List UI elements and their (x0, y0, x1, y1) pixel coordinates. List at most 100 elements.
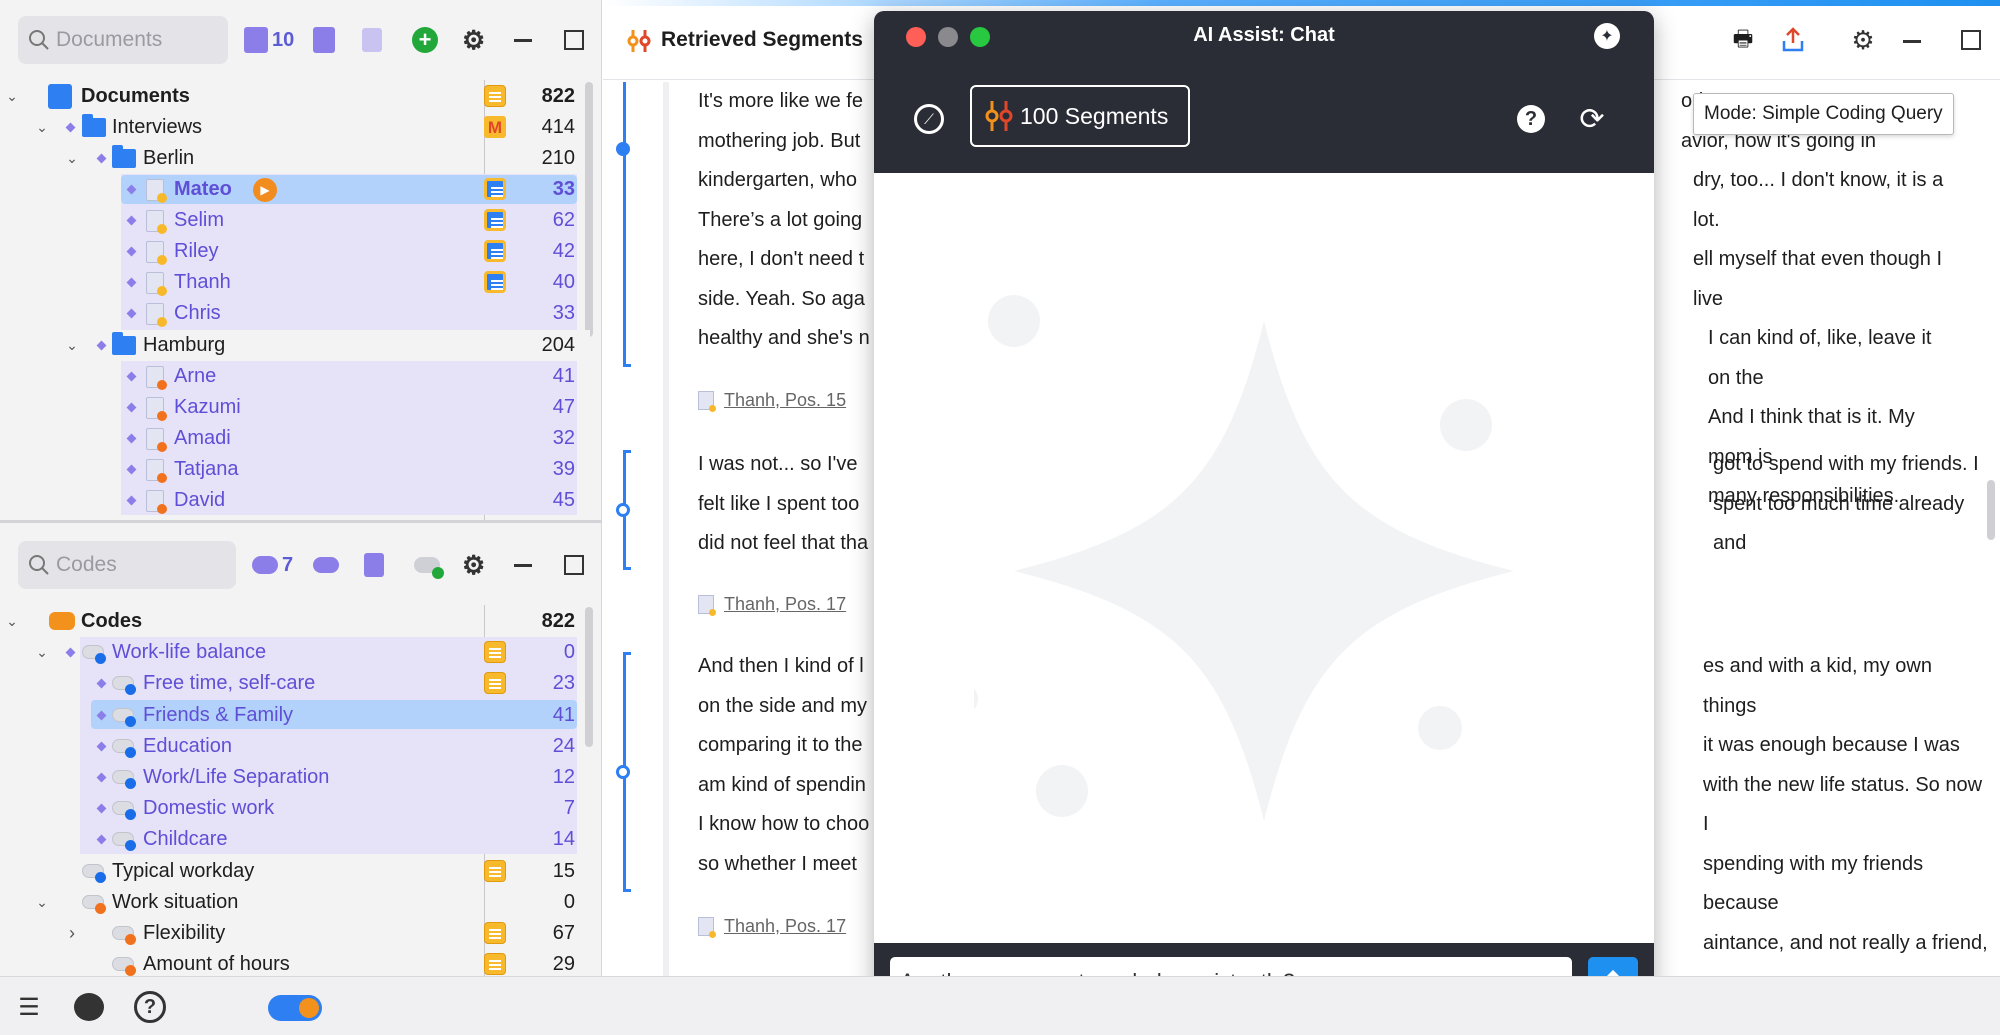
diamond-icon (96, 153, 107, 164)
codes-count-button[interactable]: 7 (252, 541, 293, 589)
code-row-work-situation[interactable]: ⌄ Work situation 0 (0, 887, 590, 918)
code-row-root[interactable]: ⌄ Codes 822 (0, 606, 590, 637)
segment-2-source-link[interactable]: Thanh, Pos. 17 (698, 594, 847, 616)
export-button[interactable] (1779, 26, 1807, 54)
documents-settings-button[interactable]: ⚙ (462, 16, 485, 64)
diamond-icon (96, 803, 107, 814)
document-icon (146, 241, 167, 265)
help-icon[interactable]: ? (134, 991, 166, 1023)
segments-scrollbar[interactable] (1987, 480, 1995, 540)
memo-icon (484, 271, 506, 293)
code-row-free-time[interactable]: Free time, self-care 23 (0, 668, 590, 699)
chevron-down-icon: ⌄ (6, 88, 18, 104)
folder-icon (82, 114, 106, 137)
tree-row-thanh[interactable]: Thanh 40 (0, 267, 590, 298)
code-row-work-life-balance[interactable]: ⌄ Work-life balance 0 (0, 637, 590, 668)
segment-marker[interactable] (616, 765, 630, 779)
diamond-icon (126, 433, 137, 444)
code-row-amount-of-hours[interactable]: Amount of hours 29 (0, 949, 590, 976)
tree-row-kazumi[interactable]: Kazumi 47 (0, 392, 590, 423)
undock-button[interactable] (1961, 30, 1981, 50)
codes-minimize-button[interactable] (514, 541, 532, 589)
codes-undock-button[interactable] (564, 541, 584, 589)
tree-row-riley[interactable]: Riley 42 (0, 236, 590, 267)
tree-row-documents-root[interactable]: ⌄ Documents 822 (0, 81, 590, 112)
codes-search[interactable]: Codes (18, 541, 236, 589)
tree-row-mateo[interactable]: Mateo ▶ 33 (0, 174, 590, 205)
ai-toggle-switch[interactable] (268, 995, 322, 1021)
code-row-childcare[interactable]: Childcare 14 (0, 824, 590, 855)
codes-settings-button[interactable]: ⚙ (462, 541, 485, 589)
segment-3-source-link[interactable]: Thanh, Pos. 17 (698, 916, 846, 938)
code-row-friends-family[interactable]: Friends & Family 41 (0, 700, 590, 731)
tree-row-selim[interactable]: Selim 62 (0, 205, 590, 236)
copy-documents-button[interactable] (362, 16, 382, 64)
tree-row-tatjana[interactable]: Tatjana 39 (0, 454, 590, 485)
tree-label: Work/Life Separation (143, 766, 330, 788)
document-icon (698, 917, 716, 938)
sliders-icon[interactable]: ☰ (14, 993, 44, 1021)
source-label: Thanh, Pos. 17 (724, 594, 847, 614)
code-document-filter-button[interactable] (364, 541, 384, 589)
memo-icon (484, 209, 506, 231)
code-row-domestic-work[interactable]: Domestic work 7 (0, 793, 590, 824)
filter-codes-button[interactable] (313, 541, 339, 589)
tree-row-interviews[interactable]: ⌄ Interviews M 414 (0, 112, 590, 143)
history-button[interactable]: ⟋ (914, 104, 944, 134)
segments-button-label: 100 Segments (1020, 102, 1169, 129)
print-button[interactable]: 🖶 (1729, 26, 1757, 54)
chat-bubble-icon[interactable] (74, 993, 104, 1021)
tree-label: Amount of hours (143, 953, 290, 975)
segment-marker[interactable] (616, 142, 630, 156)
diamond-icon (126, 371, 137, 382)
retrieved-settings-button[interactable]: ⚙ (1849, 25, 1877, 55)
panel-splitter[interactable] (0, 520, 602, 523)
segments-button[interactable]: 100 Segments (970, 85, 1190, 147)
documents-undock-button[interactable] (564, 16, 584, 64)
memo-icon (484, 860, 506, 882)
document-icon (146, 397, 167, 421)
code-row-typical-workday[interactable]: Typical workday 15 (0, 856, 590, 887)
tree-label: Riley (174, 240, 219, 262)
code-icon (82, 895, 106, 914)
memo-icon (484, 240, 506, 262)
play-icon[interactable]: ▶ (253, 178, 277, 202)
segment-1-source-link[interactable]: Thanh, Pos. 15 (698, 390, 846, 412)
documents-search[interactable]: Documents (18, 16, 228, 64)
code-row-education[interactable]: Education 24 (0, 731, 590, 762)
text-line: it was enough because I was (1703, 734, 1960, 756)
tree-row-david[interactable]: David 45 (0, 485, 590, 516)
text-line: es and with a kid, my own things (1703, 655, 1932, 717)
document-icon (146, 366, 167, 390)
tree-row-berlin[interactable]: ⌄ Berlin 210 (0, 143, 590, 174)
tree-row-arne[interactable]: Arne 41 (0, 361, 590, 392)
refresh-icon[interactable]: ⟳ (1576, 103, 1608, 136)
minimize-button[interactable] (1903, 40, 1921, 43)
tree-row-amadi[interactable]: Amadi 32 (0, 423, 590, 454)
documents-minimize-button[interactable] (514, 16, 532, 64)
add-document-button[interactable]: + (412, 16, 438, 64)
filter-documents-button[interactable] (313, 16, 335, 64)
diamond-icon (126, 495, 137, 506)
diamond-icon (96, 678, 107, 689)
help-icon[interactable]: ? (1517, 105, 1545, 133)
documents-count-button[interactable]: 10 (244, 16, 294, 64)
tree-row-hamburg[interactable]: ⌄ Hamburg 204 (0, 330, 590, 361)
add-code-button[interactable] (414, 541, 444, 589)
code-row-flexibility[interactable]: › Flexibility 67 (0, 918, 590, 949)
ai-sparkle-icon[interactable]: ✦ (1594, 23, 1620, 49)
tree-count: 33 (552, 302, 575, 324)
ai-assist-chat-window: AI Assist: Chat ✦ ⟋ 100 Segments ? ⟳ Are… (874, 11, 1654, 1023)
diamond-icon (96, 772, 107, 783)
tree-row-chris[interactable]: Chris 33 (0, 298, 590, 329)
segment-marker[interactable] (616, 503, 630, 517)
document-icon (146, 303, 167, 327)
tree-label: Documents (81, 85, 190, 107)
tree-label: Berlin (143, 147, 195, 169)
tree-count: 29 (552, 953, 575, 975)
code-row-work-life-separation[interactable]: Work/Life Separation 12 (0, 762, 590, 793)
memo-icon (484, 641, 506, 663)
tree-label: Arne (174, 365, 217, 387)
chevron-down-icon: ⌄ (66, 150, 78, 166)
text-line: with the new life status. So now I (1703, 773, 1983, 836)
